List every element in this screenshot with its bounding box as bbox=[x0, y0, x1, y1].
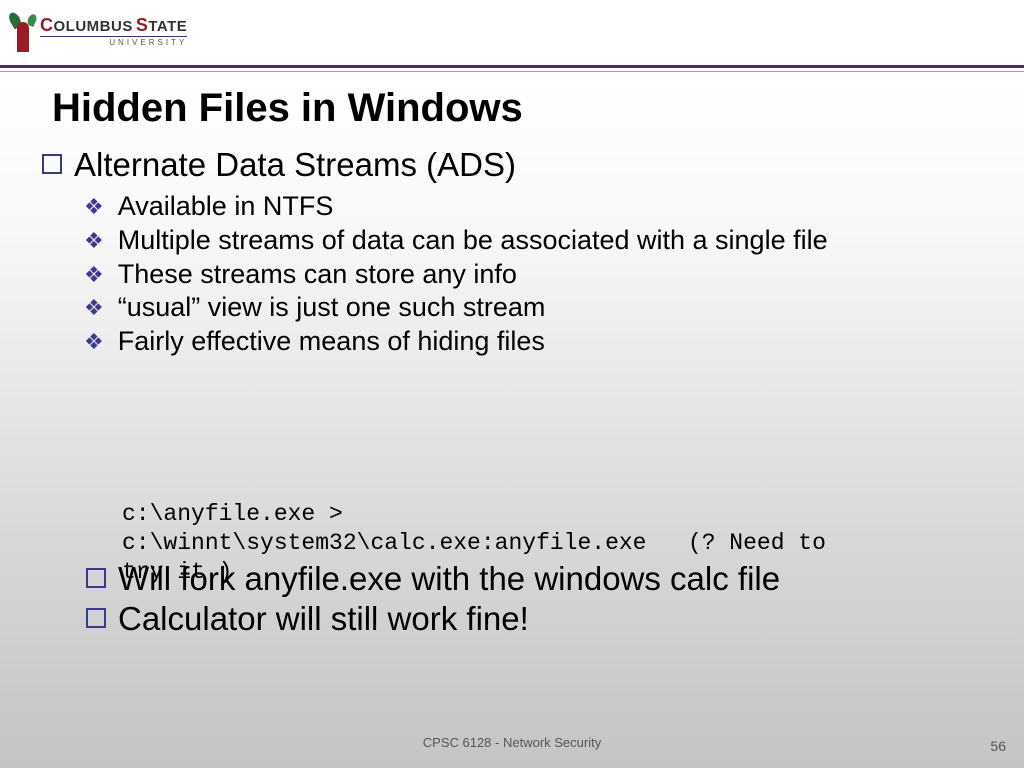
logo-word2-initial: S bbox=[136, 15, 149, 35]
code-line: c:\winnt\system32\calc.exe:anyfile.exe (… bbox=[122, 530, 826, 556]
square-bullet-icon bbox=[42, 154, 62, 174]
square-bullet-icon bbox=[86, 608, 106, 628]
footer-course: CPSC 6128 - Network Security bbox=[0, 735, 1024, 750]
bullet-level2: ❖ These streams can store any info bbox=[84, 258, 984, 292]
overlay-bullets: Will fork anyfile.exe with the windows c… bbox=[86, 560, 994, 640]
header-bar: COLUMBUS STATE UNIVERSITY bbox=[0, 0, 1024, 68]
slide: COLUMBUS STATE UNIVERSITY Hidden Files i… bbox=[0, 0, 1024, 768]
logo-word2-rest: TATE bbox=[148, 18, 187, 35]
accent-line bbox=[0, 71, 1024, 72]
diamond-bullet-icon: ❖ bbox=[84, 227, 104, 255]
bullet-level1: Will fork anyfile.exe with the windows c… bbox=[86, 560, 994, 598]
logo-text: COLUMBUS STATE UNIVERSITY bbox=[40, 16, 187, 47]
diamond-bullet-icon: ❖ bbox=[84, 193, 104, 221]
logo-mark-icon bbox=[12, 10, 34, 52]
logo-subtitle: UNIVERSITY bbox=[40, 36, 187, 47]
code-line: c:\anyfile.exe > bbox=[122, 501, 343, 527]
bullet-level1-text: Alternate Data Streams (ADS) bbox=[74, 146, 516, 184]
bullet-level2: ❖ “usual” view is just one such stream bbox=[84, 291, 984, 325]
bullet-level1: Alternate Data Streams (ADS) bbox=[42, 146, 984, 184]
bullet-level2-text: Multiple streams of data can be associat… bbox=[118, 224, 828, 258]
bullet-level1: Calculator will still work fine! bbox=[86, 600, 994, 638]
bullet-level2: ❖ Available in NTFS bbox=[84, 190, 984, 224]
slide-title: Hidden Files in Windows bbox=[52, 86, 523, 131]
footer-page-number: 56 bbox=[990, 738, 1006, 754]
logo-word1-initial: C bbox=[40, 15, 54, 35]
square-bullet-icon bbox=[86, 568, 106, 588]
bullet-level2: ❖ Fairly effective means of hiding files bbox=[84, 325, 984, 359]
diamond-bullet-icon: ❖ bbox=[84, 294, 104, 322]
bullet-level1-text: Calculator will still work fine! bbox=[118, 600, 529, 638]
bullet-level2-text: These streams can store any info bbox=[118, 258, 517, 292]
bullet-level2-text: “usual” view is just one such stream bbox=[118, 291, 546, 325]
bullet-level2-text: Available in NTFS bbox=[118, 190, 334, 224]
university-logo: COLUMBUS STATE UNIVERSITY bbox=[12, 10, 187, 52]
diamond-bullet-icon: ❖ bbox=[84, 261, 104, 289]
logo-word1-rest: OLUMBUS bbox=[54, 18, 133, 35]
slide-body: Alternate Data Streams (ADS) ❖ Available… bbox=[42, 146, 984, 359]
diamond-bullet-icon: ❖ bbox=[84, 328, 104, 356]
bullet-level1-text: Will fork anyfile.exe with the windows c… bbox=[118, 560, 780, 598]
sub-bullet-group: ❖ Available in NTFS ❖ Multiple streams o… bbox=[84, 190, 984, 359]
bullet-level2: ❖ Multiple streams of data can be associ… bbox=[84, 224, 984, 258]
bullet-level2-text: Fairly effective means of hiding files bbox=[118, 325, 545, 359]
